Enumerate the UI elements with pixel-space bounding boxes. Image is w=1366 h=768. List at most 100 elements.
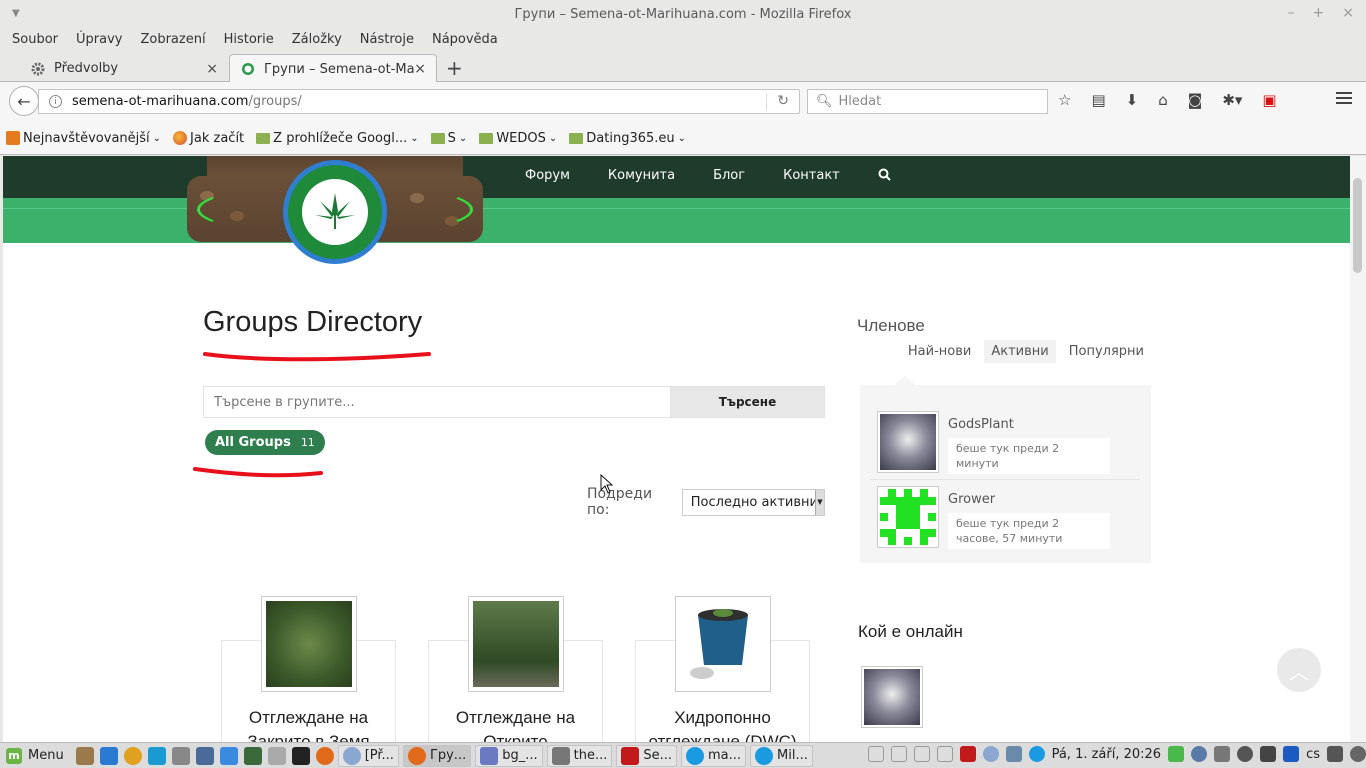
app-icon[interactable] bbox=[147, 746, 166, 765]
app-icon[interactable] bbox=[219, 746, 238, 765]
group-thumbnail[interactable] bbox=[261, 596, 357, 692]
nav-community[interactable]: Комунита bbox=[608, 168, 675, 185]
taskbar-window[interactable]: Гру... bbox=[402, 744, 472, 767]
taskbar-window[interactable]: [Př... bbox=[337, 744, 399, 767]
online-member-avatar[interactable] bbox=[861, 666, 923, 728]
member-item[interactable]: Grower беше тук преди 2 часове, 57 минут… bbox=[877, 486, 1110, 549]
site-logo[interactable] bbox=[187, 156, 483, 266]
app-icon[interactable] bbox=[195, 746, 214, 765]
group-thumbnail[interactable] bbox=[675, 596, 771, 692]
addon-icon[interactable]: ✱▾ bbox=[1222, 91, 1242, 109]
scroll-to-top-button[interactable]: ︿ bbox=[1277, 648, 1321, 692]
hamburger-menu-icon[interactable] bbox=[1336, 92, 1352, 107]
group-search-button[interactable]: Търсене bbox=[670, 386, 825, 418]
menu-nastroje[interactable]: Nástroje bbox=[360, 32, 414, 47]
menu-historie[interactable]: Historie bbox=[224, 32, 274, 47]
menu-zobrazeni[interactable]: Zobrazení bbox=[140, 32, 205, 47]
app-icon[interactable] bbox=[982, 746, 999, 762]
url-bar[interactable]: i semena-ot-marihuana.com/groups/ ↻ bbox=[38, 89, 800, 114]
menu-napoveda[interactable]: Nápověda bbox=[432, 32, 498, 47]
bookmark-folder-s[interactable]: S ⌄ bbox=[430, 131, 467, 146]
maximize-icon[interactable]: + bbox=[1313, 5, 1325, 21]
reading-list-icon[interactable]: ▤ bbox=[1091, 91, 1105, 109]
menu-soubor[interactable]: Soubor bbox=[12, 32, 58, 47]
bookmark-folder-dating[interactable]: Dating365.eu ⌄ bbox=[569, 131, 686, 146]
taskbar-window[interactable]: Mil... bbox=[750, 744, 813, 767]
keyboard-layout[interactable]: cs bbox=[1306, 747, 1320, 762]
order-by-select[interactable]: Последно активни ▼ bbox=[681, 488, 825, 516]
bluetooth-icon[interactable] bbox=[1237, 746, 1254, 762]
chrome-icon[interactable] bbox=[123, 746, 142, 765]
member-name[interactable]: GodsPlant bbox=[948, 417, 1110, 432]
site-search-icon[interactable] bbox=[878, 168, 891, 185]
taskbar-window[interactable]: ma... bbox=[681, 744, 747, 767]
tab-close-icon[interactable]: × bbox=[414, 61, 426, 77]
spellcheck-icon[interactable] bbox=[867, 746, 884, 762]
menu-upravy[interactable]: Úpravy bbox=[76, 32, 122, 47]
accessibility-icon[interactable] bbox=[1283, 746, 1300, 762]
network-icon[interactable] bbox=[1214, 746, 1231, 762]
nav-blog[interactable]: Блог bbox=[713, 168, 745, 185]
terminal-icon[interactable] bbox=[291, 746, 310, 765]
search-input[interactable]: 🔍︎ Hledat bbox=[807, 89, 1048, 114]
members-tab-active[interactable]: Активни bbox=[984, 340, 1056, 363]
new-tab-icon[interactable]: + bbox=[446, 56, 463, 80]
taskbar-window[interactable]: the... bbox=[546, 744, 613, 767]
tab-preferences[interactable]: Předvolby × bbox=[20, 54, 228, 83]
window-menu-icon[interactable]: ▼ bbox=[12, 8, 20, 19]
start-menu-button[interactable]: m Menu bbox=[0, 747, 70, 764]
scrollbar-thumb[interactable] bbox=[1353, 178, 1362, 273]
bookmark-star-icon[interactable]: ☆ bbox=[1058, 91, 1071, 109]
power-icon[interactable] bbox=[1350, 746, 1366, 762]
members-tab-popular[interactable]: Популярни bbox=[1062, 340, 1151, 363]
taskbar-window[interactable]: Se... bbox=[616, 744, 678, 767]
menu-zalozky[interactable]: Záložky bbox=[292, 32, 342, 47]
members-tab-newest[interactable]: Най-нови bbox=[901, 340, 978, 363]
firefox-icon[interactable] bbox=[315, 746, 334, 765]
all-groups-tab[interactable]: All Groups 11 bbox=[205, 430, 325, 455]
filezilla-icon[interactable] bbox=[959, 746, 976, 762]
bookmark-folder-wedos[interactable]: WEDOS ⌄ bbox=[479, 131, 557, 146]
bookmark-getting-started[interactable]: Jak začít bbox=[173, 131, 244, 146]
group-title[interactable]: Отглеждане на Закрито в Земя bbox=[221, 706, 396, 742]
addon-red-icon[interactable]: ▣ bbox=[1262, 91, 1276, 109]
update-icon[interactable] bbox=[1168, 746, 1185, 762]
bookmark-most-visited[interactable]: Nejnavštěvovanější ⌄ bbox=[6, 131, 161, 146]
vscode-icon[interactable] bbox=[99, 746, 118, 765]
download-icon[interactable]: ⬇ bbox=[1126, 91, 1139, 109]
back-button[interactable]: ← bbox=[9, 86, 39, 116]
app-launcher-icon[interactable] bbox=[75, 746, 94, 765]
nav-contact[interactable]: Контакт bbox=[783, 168, 840, 185]
spellcheck-icon[interactable] bbox=[936, 746, 953, 762]
spellcheck-icon[interactable] bbox=[913, 746, 930, 762]
tab-close-icon[interactable]: × bbox=[206, 61, 218, 77]
site-info-icon[interactable]: i bbox=[49, 95, 62, 108]
nav-forum[interactable]: Форум bbox=[525, 168, 570, 185]
app-icon[interactable] bbox=[1005, 746, 1022, 762]
reload-icon[interactable]: ↻ bbox=[777, 93, 789, 109]
group-title[interactable]: Хидропонно отглеждане (DWC) bbox=[635, 706, 810, 742]
calculator-icon[interactable] bbox=[171, 746, 190, 765]
taskbar-window[interactable]: bg_... bbox=[475, 744, 543, 767]
member-name[interactable]: Grower bbox=[948, 492, 1110, 507]
minimize-icon[interactable]: – bbox=[1288, 5, 1295, 21]
keyboard-icon[interactable] bbox=[1260, 746, 1277, 762]
volume-icon[interactable] bbox=[1327, 746, 1343, 762]
page-scrollbar[interactable] bbox=[1350, 156, 1366, 742]
shield-icon[interactable] bbox=[1191, 746, 1208, 762]
pocket-icon[interactable]: ◙ bbox=[1188, 91, 1203, 109]
app-icon[interactable] bbox=[243, 746, 262, 765]
clock[interactable]: Pá, 1. září, 20:26 bbox=[1052, 747, 1162, 762]
skype-icon[interactable] bbox=[1028, 746, 1045, 762]
bookmark-folder-google[interactable]: Z prohlížeče Googl... ⌄ bbox=[256, 131, 419, 146]
group-title[interactable]: Отглеждане на Открито bbox=[428, 706, 603, 742]
group-search-input[interactable] bbox=[203, 386, 670, 418]
spellcheck-icon[interactable] bbox=[890, 746, 907, 762]
avatar[interactable] bbox=[877, 411, 939, 473]
avatar[interactable] bbox=[877, 486, 939, 548]
group-thumbnail[interactable] bbox=[468, 596, 564, 692]
tab-groups[interactable]: Групи – Semena-ot-Mari… × bbox=[229, 54, 437, 83]
files-icon[interactable] bbox=[267, 746, 286, 765]
member-item[interactable]: GodsPlant беше тук преди 2 минути bbox=[877, 411, 1110, 474]
close-icon[interactable]: × bbox=[1342, 5, 1354, 21]
